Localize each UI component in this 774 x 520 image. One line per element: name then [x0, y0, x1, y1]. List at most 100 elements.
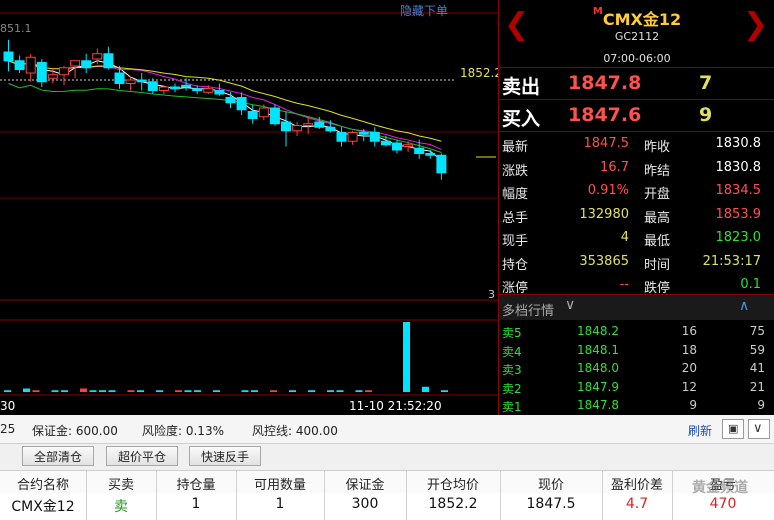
candle-body	[125, 79, 136, 84]
candle-body	[336, 132, 347, 142]
volume-bar	[365, 390, 372, 392]
watermark-text: 黄金频道	[692, 480, 748, 496]
candle-body	[59, 67, 69, 76]
time-axis-label: 11-10 21:52:20	[349, 399, 442, 413]
info-label: 涨跌	[502, 163, 529, 179]
candle-body	[425, 153, 436, 156]
depth-title: 多档行情	[502, 304, 555, 319]
candle-body	[92, 53, 103, 60]
candle-body	[414, 147, 425, 154]
chart-svg	[0, 12, 498, 396]
quick-reverse-button[interactable]: 快速反手	[189, 446, 261, 466]
table-cell: 4.7	[625, 496, 649, 512]
info-label: 开盘	[644, 187, 671, 202]
candle-body	[181, 84, 192, 88]
info-label: 最新	[502, 140, 529, 155]
volume-bar	[137, 390, 144, 392]
column-header[interactable]: 可用数量	[236, 474, 324, 493]
candle-body	[3, 51, 14, 62]
over-price-close-button[interactable]: 超价平仓	[106, 446, 178, 466]
candle-body	[436, 154, 447, 174]
info-value: 1830.8	[715, 159, 762, 175]
candle-body	[269, 107, 280, 125]
volume-bar	[327, 390, 334, 392]
depth-label: 卖1	[502, 400, 522, 414]
depth-price: 1847.8	[577, 398, 619, 412]
column-header[interactable]: 保证金	[324, 474, 406, 493]
bid-label: 买入	[502, 108, 541, 130]
depth-row[interactable]: 卖2 1847.9 12 21	[499, 378, 774, 396]
info-value: 353865	[579, 253, 629, 269]
depth-price: 1848.1	[577, 342, 619, 357]
volume-bar	[108, 390, 116, 392]
info-value: 4	[620, 230, 629, 245]
depth-price: 1848.0	[577, 361, 619, 375]
info-value: 16.7	[600, 159, 629, 175]
info-value: 1834.5	[715, 183, 762, 198]
candle-body	[225, 97, 236, 104]
depth-row[interactable]: 卖4 1848.1 18 59	[499, 341, 774, 359]
column-header[interactable]: 盈利价差	[602, 474, 672, 493]
moving-average-line	[8, 60, 442, 142]
info-value: 1853.9	[715, 206, 762, 222]
column-header[interactable]: 买卖	[86, 474, 156, 493]
volume-bar	[23, 388, 30, 392]
candle-body	[170, 86, 180, 90]
volume-bar	[89, 390, 97, 392]
ask-price: 1847.8	[568, 72, 642, 94]
depth-row[interactable]: 卖1 1847.8 9 9	[499, 396, 774, 414]
positions-table-header: 合约名称 买卖 持仓量 可用数量 保证金 开仓均价 现价 盈利价差 盈亏	[0, 470, 774, 494]
volume-bar	[241, 390, 249, 392]
depth-row[interactable]: 卖3 1848.0 20 41	[499, 359, 774, 377]
quote-info-row: 总手 132980 最高 1853.9	[499, 204, 774, 227]
info-value: 132980	[579, 206, 629, 222]
depth-label: 卖3	[502, 363, 522, 377]
volume-bar	[51, 390, 59, 392]
depth-volume: 9	[689, 398, 697, 412]
depth-count: 21	[749, 379, 765, 394]
volume-bar	[213, 390, 220, 392]
kline-chart[interactable]: 851.1 隐藏下单 1852.2 3 30 11-10 21:52:20	[0, 0, 502, 415]
volume-bar	[61, 390, 68, 392]
candle-body	[136, 79, 147, 83]
column-header[interactable]: 持仓量	[156, 474, 236, 493]
volume-bar	[270, 390, 277, 392]
volume-bar	[156, 390, 163, 392]
candle-body	[25, 56, 36, 74]
depth-row[interactable]: 卖5 1848.2 16 75	[499, 322, 774, 340]
lock-button[interactable]: ▣	[722, 419, 744, 439]
info-label: 总手	[502, 210, 529, 226]
candle-body	[325, 126, 336, 132]
depth-volume: 12	[681, 379, 697, 394]
info-value: 1830.8	[715, 136, 762, 151]
double-chevron-down-icon[interactable]: ∨	[565, 297, 575, 313]
hide-orders-link[interactable]: 隐藏下单	[400, 2, 448, 19]
candle-body	[236, 97, 247, 111]
symbol-prefix: M	[592, 6, 603, 17]
depth-header[interactable]: 多档行情 ∨ ∧	[499, 296, 774, 320]
volume-bar	[289, 390, 296, 392]
volume-bar	[403, 322, 410, 392]
table-cell: 卖	[114, 499, 128, 515]
volume-bar	[441, 390, 448, 392]
volume-axis-label: 3	[488, 288, 495, 301]
column-header[interactable]: 现价	[500, 474, 602, 493]
dropdown-button[interactable]: ∨	[748, 419, 770, 439]
volume-bar	[175, 390, 182, 392]
chevron-up-icon[interactable]: ∧	[739, 298, 749, 314]
volume-bar	[422, 386, 429, 392]
ask-row[interactable]: 卖出 1847.8 7	[499, 68, 774, 100]
trading-hours: 07:00-06:00	[603, 52, 671, 65]
bid-row[interactable]: 买入 1847.6 9	[499, 100, 774, 132]
quote-info-row: 现手 4 最低 1823.0	[499, 227, 774, 250]
info-label: 最低	[644, 234, 671, 249]
depth-volume: 18	[681, 342, 697, 357]
refresh-link[interactable]: 刷新	[688, 422, 712, 439]
table-row[interactable]: CMX金12 卖 1 1 300 1852.2 1847.5 4.7 470	[0, 493, 774, 520]
close-all-button[interactable]: 全部清仓	[22, 446, 94, 466]
candle-body	[81, 60, 92, 69]
depth-volume: 16	[681, 324, 697, 338]
candle-body	[36, 62, 47, 83]
column-header[interactable]: 合约名称	[0, 474, 86, 493]
column-header[interactable]: 开仓均价	[406, 474, 500, 493]
